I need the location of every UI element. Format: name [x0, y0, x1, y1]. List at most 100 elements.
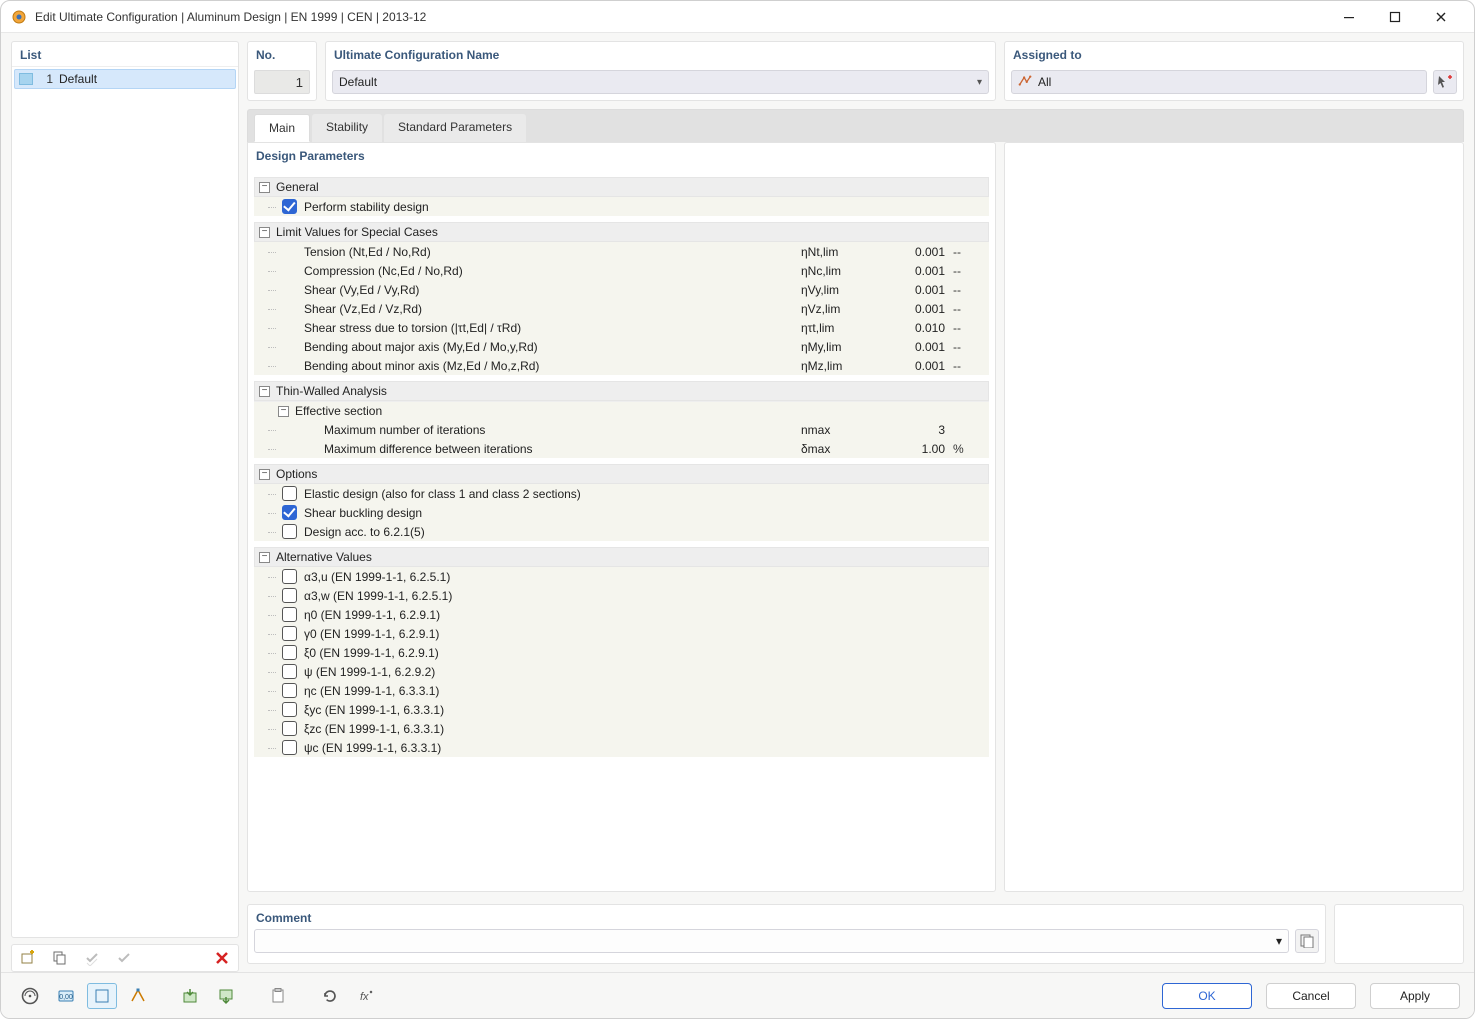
- ok-button[interactable]: OK: [1162, 983, 1252, 1009]
- section-options-header[interactable]: − Options: [254, 464, 989, 484]
- param-label: Compression (Nc,Ed / No,Rd): [302, 264, 801, 278]
- param-symbol: δmax: [801, 442, 881, 456]
- minimize-button[interactable]: [1326, 1, 1372, 33]
- checkbox[interactable]: [282, 524, 297, 539]
- param-value[interactable]: 0.001: [881, 264, 953, 278]
- param-label: Bending about major axis (My,Ed / Mo,y,R…: [302, 340, 801, 354]
- params-panel: Design Parameters − General: [247, 142, 996, 892]
- maximize-button[interactable]: [1372, 1, 1418, 33]
- checkbox[interactable]: [282, 721, 297, 736]
- row-limit-4: Shear stress due to torsion (|τt,Ed| / τ…: [254, 318, 989, 337]
- row-alt-6: ηc (EN 1999-1-1, 6.3.3.1): [254, 681, 989, 700]
- checkbox[interactable]: [282, 607, 297, 622]
- param-label: Maximum number of iterations: [322, 423, 801, 437]
- dialog-window: Edit Ultimate Configuration | Aluminum D…: [0, 0, 1475, 1019]
- list-item-index: 1: [39, 72, 53, 86]
- collapse-icon[interactable]: −: [259, 182, 270, 193]
- check-button-2[interactable]: [110, 946, 138, 970]
- tab-stability[interactable]: Stability: [312, 114, 382, 142]
- section-general-header[interactable]: − General: [254, 177, 989, 197]
- param-label: ξ0 (EN 1999-1-1, 6.2.9.1): [302, 646, 989, 660]
- label-perform-stability: Perform stability design: [302, 200, 989, 214]
- import-button[interactable]: [175, 983, 205, 1009]
- params-wrap: Main Stability Standard Parameters Desig…: [247, 109, 1464, 892]
- checkbox[interactable]: [282, 569, 297, 584]
- row-option-0: Elastic design (also for class 1 and cla…: [254, 484, 989, 503]
- section-thin-header[interactable]: − Thin-Walled Analysis: [254, 381, 989, 401]
- param-label: Maximum difference between iterations: [322, 442, 801, 456]
- export-button[interactable]: [211, 983, 241, 1009]
- new-item-button[interactable]: [14, 946, 42, 970]
- comment-panel: Comment ▾: [247, 904, 1326, 964]
- svg-text:0,00: 0,00: [59, 994, 73, 1001]
- no-input[interactable]: [254, 70, 310, 94]
- param-label: γ0 (EN 1999-1-1, 6.2.9.1): [302, 627, 989, 641]
- param-value[interactable]: 1.00: [881, 442, 953, 456]
- tab-standard-parameters[interactable]: Standard Parameters: [384, 114, 526, 142]
- config-name-title: Ultimate Configuration Name: [326, 42, 995, 66]
- checkbox[interactable]: [282, 740, 297, 755]
- param-value[interactable]: 3: [881, 423, 953, 437]
- function-button[interactable]: fx: [351, 983, 381, 1009]
- checkbox[interactable]: [282, 683, 297, 698]
- section-limits-header[interactable]: − Limit Values for Special Cases: [254, 222, 989, 242]
- list-panel: List 1 Default: [11, 41, 239, 938]
- param-value[interactable]: 0.001: [881, 302, 953, 316]
- cancel-button[interactable]: Cancel: [1266, 983, 1356, 1009]
- checkbox[interactable]: [282, 664, 297, 679]
- param-value[interactable]: 0.001: [881, 245, 953, 259]
- section-alt-header[interactable]: − Alternative Values: [254, 547, 989, 567]
- collapse-icon[interactable]: −: [259, 469, 270, 480]
- length-button[interactable]: [123, 983, 153, 1009]
- assigned-field[interactable]: All: [1011, 70, 1427, 94]
- checkbox[interactable]: [282, 505, 297, 520]
- row-limit-2: Shear (Vy,Ed / Vy,Rd)ηVy,lim0.001--: [254, 280, 989, 299]
- checkbox[interactable]: [282, 588, 297, 603]
- comment-edit-button[interactable]: [1295, 929, 1319, 953]
- copy-item-button[interactable]: [46, 946, 74, 970]
- row-limit-6: Bending about minor axis (Mz,Ed / Mo,z,R…: [254, 356, 989, 375]
- list-toolbar: [11, 944, 239, 972]
- row-limit-0: Tension (Nt,Ed / No,Rd)ηNt,lim0.001--: [254, 242, 989, 261]
- collapse-icon[interactable]: −: [259, 552, 270, 563]
- help-button[interactable]: [15, 983, 45, 1009]
- checkbox[interactable]: [282, 626, 297, 641]
- header-row: No. Ultimate Configuration Name Default …: [247, 41, 1464, 101]
- param-unit: --: [953, 245, 989, 259]
- right-column: No. Ultimate Configuration Name Default …: [247, 41, 1464, 972]
- clipboard-button[interactable]: [263, 983, 293, 1009]
- view-button[interactable]: [87, 983, 117, 1009]
- checkbox[interactable]: [282, 486, 297, 501]
- pick-members-button[interactable]: [1433, 70, 1457, 94]
- subsection-effective-section[interactable]: − Effective section: [254, 401, 989, 420]
- checkbox[interactable]: [282, 645, 297, 660]
- titlebar: Edit Ultimate Configuration | Aluminum D…: [1, 1, 1474, 33]
- list-item-default[interactable]: 1 Default: [14, 69, 236, 89]
- param-value[interactable]: 0.001: [881, 359, 953, 373]
- comment-combo[interactable]: ▾: [254, 929, 1289, 953]
- collapse-icon[interactable]: −: [259, 386, 270, 397]
- tab-main[interactable]: Main: [254, 114, 310, 142]
- assigned-panel: Assigned to All: [1004, 41, 1464, 101]
- config-name-combo[interactable]: Default ▾: [332, 70, 989, 94]
- checkbox-perform-stability[interactable]: [282, 199, 297, 214]
- apply-button[interactable]: Apply: [1370, 983, 1460, 1009]
- delete-item-button[interactable]: [208, 946, 236, 970]
- reset-button[interactable]: [315, 983, 345, 1009]
- checkbox[interactable]: [282, 702, 297, 717]
- section-general-label: General: [276, 180, 319, 194]
- param-label: ψ (EN 1999-1-1, 6.2.9.2): [302, 665, 989, 679]
- param-value[interactable]: 0.001: [881, 283, 953, 297]
- row-limit-1: Compression (Nc,Ed / No,Rd)ηNc,lim0.001-…: [254, 261, 989, 280]
- row-limit-5: Bending about major axis (My,Ed / Mo,y,R…: [254, 337, 989, 356]
- units-button[interactable]: 0,00: [51, 983, 81, 1009]
- collapse-icon[interactable]: −: [278, 406, 289, 417]
- param-symbol: ηMz,lim: [801, 359, 881, 373]
- tabstrip: Main Stability Standard Parameters: [247, 109, 1464, 142]
- param-unit: --: [953, 321, 989, 335]
- check-button-1[interactable]: [78, 946, 106, 970]
- close-button[interactable]: [1418, 1, 1464, 33]
- param-value[interactable]: 0.001: [881, 340, 953, 354]
- param-value[interactable]: 0.010: [881, 321, 953, 335]
- collapse-icon[interactable]: −: [259, 227, 270, 238]
